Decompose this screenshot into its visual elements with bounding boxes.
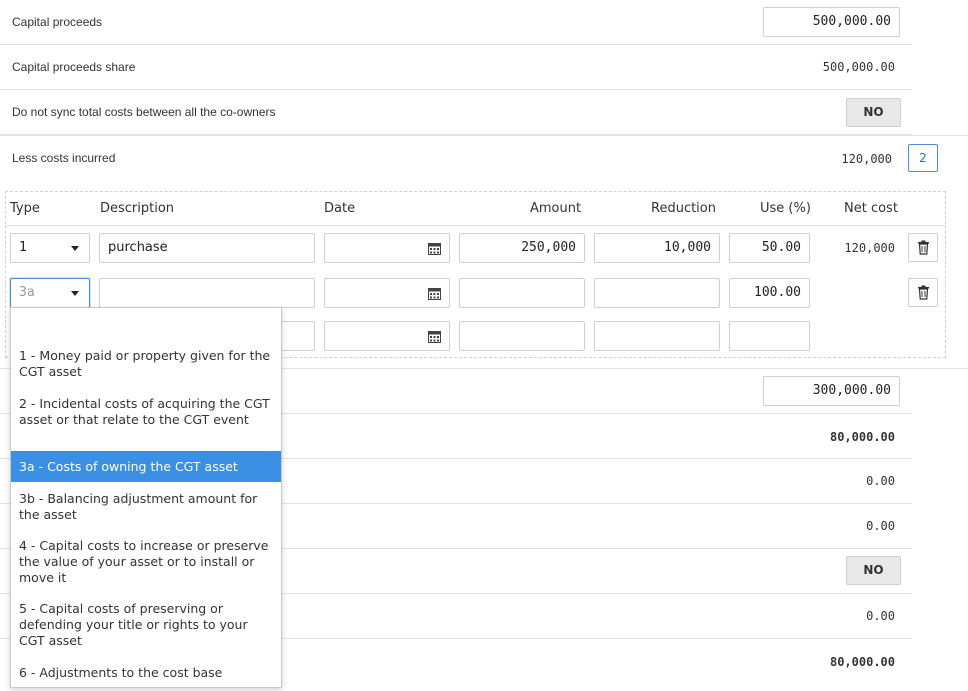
col-description: Description <box>100 201 175 216</box>
use-input-row-3[interactable] <box>729 321 810 351</box>
reduction-input-row-1[interactable]: 10,000 <box>594 233 720 263</box>
dropdown-option-3b[interactable]: 3b - Balancing adjustment amount for the… <box>11 491 281 523</box>
no-sync-row: Do not sync total costs between all the … <box>0 90 912 135</box>
date-input-row-1[interactable] <box>324 233 450 263</box>
chevron-down-icon <box>71 291 79 296</box>
type-select-value: 3a <box>19 285 35 300</box>
trash-icon <box>918 285 929 300</box>
lower-value-5: 80,000.00 <box>829 655 895 669</box>
lower-toggle[interactable]: NO <box>846 556 901 585</box>
less-costs-label: Less costs incurred <box>12 151 116 165</box>
dropdown-option-1[interactable]: 1 - Money paid or property given for the… <box>11 348 281 380</box>
reduction-input-row-2[interactable] <box>594 278 720 308</box>
col-type: Type <box>10 201 40 216</box>
net-cost-row-1: 120,000 <box>844 241 895 255</box>
type-select-value: 1 <box>19 240 27 255</box>
col-date: Date <box>324 201 356 216</box>
amount-input-row-1[interactable]: 250,000 <box>459 233 585 263</box>
delete-row-2-button[interactable] <box>908 278 938 307</box>
dropdown-option-4[interactable]: 4 - Capital costs to increase or preserv… <box>11 538 281 586</box>
calendar-icon <box>428 331 441 343</box>
no-sync-toggle[interactable]: NO <box>846 98 901 127</box>
dropdown-option-3a[interactable]: 3a - Costs of owning the CGT asset <box>11 451 281 482</box>
use-input-row-1[interactable]: 50.00 <box>729 233 810 263</box>
calendar-icon <box>428 243 441 255</box>
capital-proceeds-share-row: Capital proceeds share 500,000.00 <box>0 45 912 90</box>
description-input-row-1[interactable]: purchase <box>99 233 315 263</box>
less-costs-row: Less costs incurred 120,000 2 <box>0 136 968 186</box>
trash-icon <box>918 240 929 255</box>
col-amount: Amount <box>530 201 582 216</box>
date-input-row-3[interactable] <box>324 321 450 351</box>
description-input-row-2[interactable] <box>99 278 315 308</box>
capital-proceeds-share-value: 500,000.00 <box>822 60 895 74</box>
date-input-row-2[interactable] <box>324 278 450 308</box>
lower-value-4: 0.00 <box>866 609 895 623</box>
capital-proceeds-label: Capital proceeds <box>12 15 103 29</box>
no-sync-label: Do not sync total costs between all the … <box>12 105 276 119</box>
col-reduction: Reduction <box>651 201 716 216</box>
capital-proceeds-share-label: Capital proceeds share <box>12 60 136 74</box>
type-select-row-2[interactable]: 3a <box>10 278 90 308</box>
calendar-icon <box>428 288 441 300</box>
lower-value-1: 80,000.00 <box>829 430 895 444</box>
amount-input-row-2[interactable] <box>459 278 585 308</box>
type-select-row-1[interactable]: 1 <box>10 233 90 263</box>
dropdown-option-2[interactable]: 2 - Incidental costs of acquiring the CG… <box>11 396 281 428</box>
capital-proceeds-input[interactable]: 500,000.00 <box>763 7 900 37</box>
cost-count-badge[interactable]: 2 <box>908 144 938 172</box>
lower-value-2: 0.00 <box>866 474 895 488</box>
delete-row-1-button[interactable] <box>908 233 938 262</box>
col-use: Use (%) <box>760 201 811 216</box>
type-dropdown-menu: 1 - Money paid or property given for the… <box>10 307 282 688</box>
col-net-cost: Net cost <box>844 201 898 216</box>
reduction-input-row-3[interactable] <box>594 321 720 351</box>
less-costs-value: 120,000 <box>841 152 892 166</box>
amount-input-row-3[interactable] <box>459 321 585 351</box>
chevron-down-icon <box>71 246 79 251</box>
capital-proceeds-row: Capital proceeds 500,000.00 <box>0 0 912 45</box>
lower-field-input[interactable]: 300,000.00 <box>763 376 900 406</box>
table-header-divider <box>6 225 945 226</box>
lower-value-3: 0.00 <box>866 519 895 533</box>
dropdown-option-5[interactable]: 5 - Capital costs of preserving or defen… <box>11 601 281 649</box>
use-input-row-2[interactable]: 100.00 <box>729 278 810 308</box>
dropdown-option-6[interactable]: 6 - Adjustments to the cost base <box>11 665 281 681</box>
